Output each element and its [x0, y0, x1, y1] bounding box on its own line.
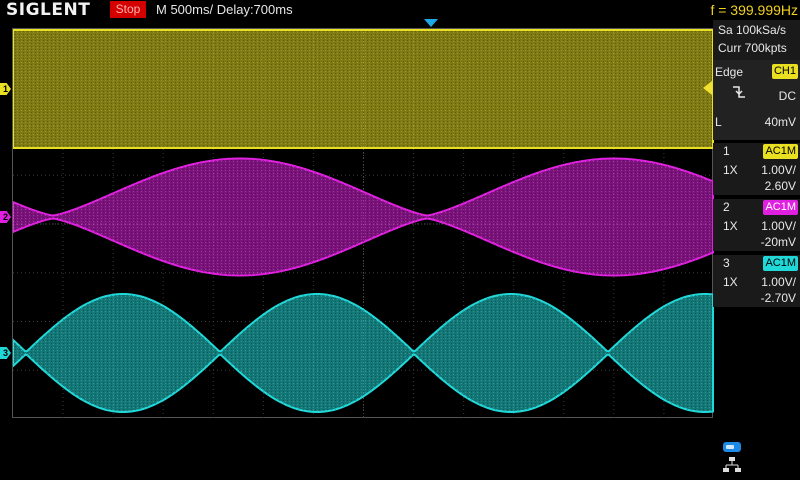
trigger-coupling: DC — [778, 89, 796, 103]
ch1-number: 1 — [723, 144, 730, 158]
ch3-coupling: AC1M — [763, 256, 798, 271]
trigger-level-marker-icon[interactable] — [703, 81, 712, 95]
waveforms — [13, 29, 714, 413]
ch3-number: 3 — [723, 256, 730, 270]
ch1-scale: 1.00V/ — [761, 163, 796, 177]
ch2-coupling: AC1M — [763, 200, 798, 215]
ch3-info-box[interactable]: 3 AC1M 1X 1.00V/ -2.70V — [713, 255, 800, 307]
ch1-offset-marker[interactable]: 1 — [0, 83, 11, 95]
ch3-scale: 1.00V/ — [761, 275, 796, 289]
falling-edge-icon — [731, 85, 747, 102]
waveform-svg — [13, 29, 714, 419]
timebase-readout[interactable]: M 500ms/ Delay:700ms — [156, 0, 293, 20]
timebase-delay: Delay:700ms — [216, 2, 293, 17]
ch3-offset: -2.70V — [760, 291, 796, 305]
trigger-level-label: L — [715, 115, 722, 129]
trigger-source: CH1 — [771, 64, 798, 79]
ch2-offset-marker[interactable]: 2 — [0, 211, 11, 223]
memory-depth: Curr 700kpts — [718, 41, 787, 55]
brand-logo: SIGLENT — [6, 0, 91, 20]
frequency-counter: f = 399.999Hz — [710, 2, 798, 18]
ch2-number: 2 — [723, 200, 730, 214]
trigger-panel[interactable]: Edge CH1 DC L 40mV — [713, 60, 800, 140]
ch2-scale: 1.00V/ — [761, 219, 796, 233]
network-icon — [723, 456, 741, 474]
ch1-info-box[interactable]: 1 AC1M 1X 1.00V/ 2.60V — [713, 143, 800, 195]
usb-icon — [723, 442, 741, 452]
ch1-coupling: AC1M — [763, 144, 798, 159]
ch1-waveform — [13, 29, 714, 149]
acquisition-panel[interactable]: Sa 100kSa/s Curr 700kpts — [713, 20, 800, 60]
waveform-display[interactable] — [12, 28, 714, 419]
ch1-probe: 1X — [723, 163, 738, 177]
sample-rate: Sa 100kSa/s — [718, 23, 787, 37]
ch2-offset: -20mV — [760, 235, 796, 249]
trigger-level-value: 40mV — [764, 115, 796, 129]
timebase-scale: M 500ms/ — [156, 2, 214, 17]
run-stop-status[interactable]: Stop — [110, 1, 146, 18]
trigger-type: Edge — [715, 65, 744, 79]
status-icons — [718, 440, 748, 476]
ch2-info-box[interactable]: 2 AC1M 1X 1.00V/ -20mV — [713, 199, 800, 251]
trigger-position-marker-icon[interactable] — [424, 19, 438, 27]
top-status-bar: SIGLENT Stop M 500ms/ Delay:700ms f = 39… — [0, 0, 800, 20]
ch3-waveform — [13, 293, 714, 413]
ch1-offset: 2.60V — [764, 179, 796, 193]
ch2-probe: 1X — [723, 219, 738, 233]
ch3-probe: 1X — [723, 275, 738, 289]
ch3-offset-marker[interactable]: 3 — [0, 347, 11, 359]
